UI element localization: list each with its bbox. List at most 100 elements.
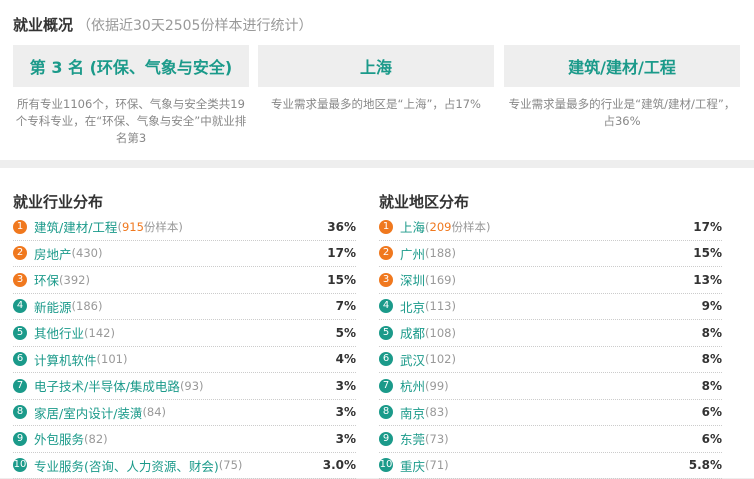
count-highlight: 209 — [430, 220, 452, 234]
region-item-percent: 8% — [702, 373, 722, 399]
rank-badge: 10 — [379, 458, 393, 472]
industry-list-item: 2 房地产(430) 17% — [13, 241, 356, 268]
rank-badge: 1 — [13, 220, 27, 234]
industry-item-count: (392) — [59, 273, 90, 287]
industry-list-item: 4 新能源(186) 7% — [13, 294, 356, 321]
rank-badge: 5 — [13, 326, 27, 340]
region-list: 1上海(209份样本)17%2广州(188)15%3深圳(169)13%4北京(… — [379, 214, 722, 479]
industry-item-name[interactable]: 电子技术/半导体/集成电路 — [34, 376, 180, 395]
region-item-count: (108) — [425, 326, 456, 340]
industry-item-name[interactable]: 环保 — [34, 270, 59, 289]
region-item-count: (83) — [425, 405, 449, 419]
region-item-percent: 6% — [702, 400, 722, 426]
industry-list-item: 1 建筑/建材/工程(915份样本) 36% — [13, 214, 356, 241]
region-item-count: (188) — [425, 246, 456, 260]
region-list-item: 1 上海(209份样本) 17% — [379, 214, 722, 241]
industry-list-item: 10 专业服务(咨询、人力资源、财会)(75) 3.0% — [13, 453, 356, 479]
rank-badge: 9 — [379, 432, 393, 446]
rank-card-desc: 所有专业1106个，环保、气象与安全类共19个专科专业，在“环保、气象与安全”中… — [13, 96, 249, 147]
industry-item-count: (430) — [72, 246, 103, 260]
overview-header: 就业概况（依据近30天2505份样本进行统计） — [13, 14, 312, 35]
region-list-item: 5成都(108)8% — [379, 320, 722, 347]
region-list-item: 10 重庆(71) 5.8% — [379, 453, 722, 479]
region-list-item: 7杭州(99)8% — [379, 373, 722, 400]
industry-item-count: (915份样本) — [117, 219, 182, 235]
region-item-percent: 15% — [693, 241, 722, 267]
region-item-count: (113) — [425, 299, 456, 313]
industry-list-item: 9外包服务(82)3% — [13, 426, 356, 453]
industry-item-count: (186) — [72, 299, 103, 313]
industry-item-count: (101) — [97, 352, 128, 366]
industry-list-item: 8家居/室内设计/装潢(84)3% — [13, 400, 356, 427]
industry-item-percent: 5% — [336, 320, 356, 346]
industry-item-count: (142) — [84, 326, 115, 340]
count-suffix: 份样本) — [451, 220, 490, 234]
region-item-count: (209份样本) — [425, 219, 490, 235]
industry-list-item: 3 环保(392) 15% — [13, 267, 356, 294]
region-item-name[interactable]: 杭州 — [400, 376, 425, 395]
industry-section-title: 就业行业分布 — [13, 191, 103, 212]
rank-badge: 2 — [13, 246, 27, 260]
industry-list-item: 5 其他行业(142) 5% — [13, 320, 356, 347]
rank-badge: 3 — [379, 273, 393, 287]
rank-badge: 7 — [13, 379, 27, 393]
region-item-name[interactable]: 武汉 — [400, 350, 425, 369]
region-item-count: (71) — [425, 458, 449, 472]
top-industry-card-desc: 专业需求量最多的行业是“建筑/建材/工程”，占36% — [504, 96, 740, 130]
industry-item-name[interactable]: 外包服务 — [34, 429, 84, 448]
region-section-title: 就业地区分布 — [379, 191, 469, 212]
industry-item-name[interactable]: 计算机软件 — [34, 350, 97, 369]
industry-item-name[interactable]: 房地产 — [34, 244, 72, 263]
industry-item-count: (82) — [84, 432, 108, 446]
region-item-percent: 5.8% — [689, 453, 722, 479]
region-item-name[interactable]: 南京 — [400, 403, 425, 422]
rank-badge: 3 — [13, 273, 27, 287]
count-highlight: 915 — [122, 220, 144, 234]
rank-badge: 4 — [379, 299, 393, 313]
industry-item-count: (75) — [219, 458, 243, 472]
region-item-name[interactable]: 广州 — [400, 244, 425, 263]
top-region-card: 上海 — [258, 45, 494, 87]
industry-item-name[interactable]: 专业服务(咨询、人力资源、财会) — [34, 456, 219, 475]
industry-item-percent: 3.0% — [323, 453, 356, 479]
industry-item-name[interactable]: 建筑/建材/工程 — [34, 217, 117, 236]
region-list-item: 4 北京(113) 9% — [379, 294, 722, 321]
region-item-name[interactable]: 深圳 — [400, 270, 425, 289]
region-item-count: (73) — [425, 432, 449, 446]
region-item-name[interactable]: 北京 — [400, 297, 425, 316]
region-list-item: 3 深圳(169) 13% — [379, 267, 722, 294]
industry-list-item: 6 计算机软件(101) 4% — [13, 347, 356, 374]
count-suffix: 份样本) — [144, 220, 183, 234]
industry-item-name[interactable]: 家居/室内设计/装潢 — [34, 403, 142, 422]
region-item-name[interactable]: 东莞 — [400, 429, 425, 448]
industry-item-percent: 3% — [336, 426, 356, 452]
industry-list: 1 建筑/建材/工程(915份样本) 36% 2 房地产(430) 17% 3 环保(392)… — [13, 214, 356, 479]
rank-badge: 2 — [379, 246, 393, 260]
industry-item-percent: 3% — [336, 400, 356, 426]
rank-badge: 6 — [13, 352, 27, 366]
rank-badge: 8 — [13, 405, 27, 419]
region-item-name[interactable]: 重庆 — [400, 456, 425, 475]
industry-item-percent: 17% — [327, 241, 356, 267]
region-item-percent: 9% — [702, 294, 722, 320]
region-item-percent: 17% — [693, 214, 722, 240]
region-item-percent: 13% — [693, 267, 722, 293]
rank-card-value: 第 3 名 (环保、气象与安全) — [30, 54, 232, 78]
industry-item-name[interactable]: 新能源 — [34, 297, 72, 316]
industry-item-percent: 3% — [336, 373, 356, 399]
region-list-item: 9东莞(73)6% — [379, 426, 722, 453]
top-region-card-desc: 专业需求量最多的地区是“上海”，占17% — [258, 96, 494, 113]
employment-overview-panel: 就业概况（依据近30天2505份样本进行统计） 第 3 名 (环保、气象与安全)… — [0, 0, 754, 160]
rank-badge: 4 — [13, 299, 27, 313]
industry-item-percent: 7% — [336, 294, 356, 320]
industry-item-percent: 36% — [327, 214, 356, 240]
industry-item-name[interactable]: 其他行业 — [34, 323, 84, 342]
industry-item-percent: 15% — [327, 267, 356, 293]
region-item-count: (169) — [425, 273, 456, 287]
rank-badge: 10 — [13, 458, 27, 472]
rank-badge: 1 — [379, 220, 393, 234]
region-item-name[interactable]: 上海 — [400, 217, 425, 236]
industry-item-percent: 4% — [336, 347, 356, 373]
region-list-item: 8南京(83)6% — [379, 400, 722, 427]
region-item-name[interactable]: 成都 — [400, 323, 425, 342]
